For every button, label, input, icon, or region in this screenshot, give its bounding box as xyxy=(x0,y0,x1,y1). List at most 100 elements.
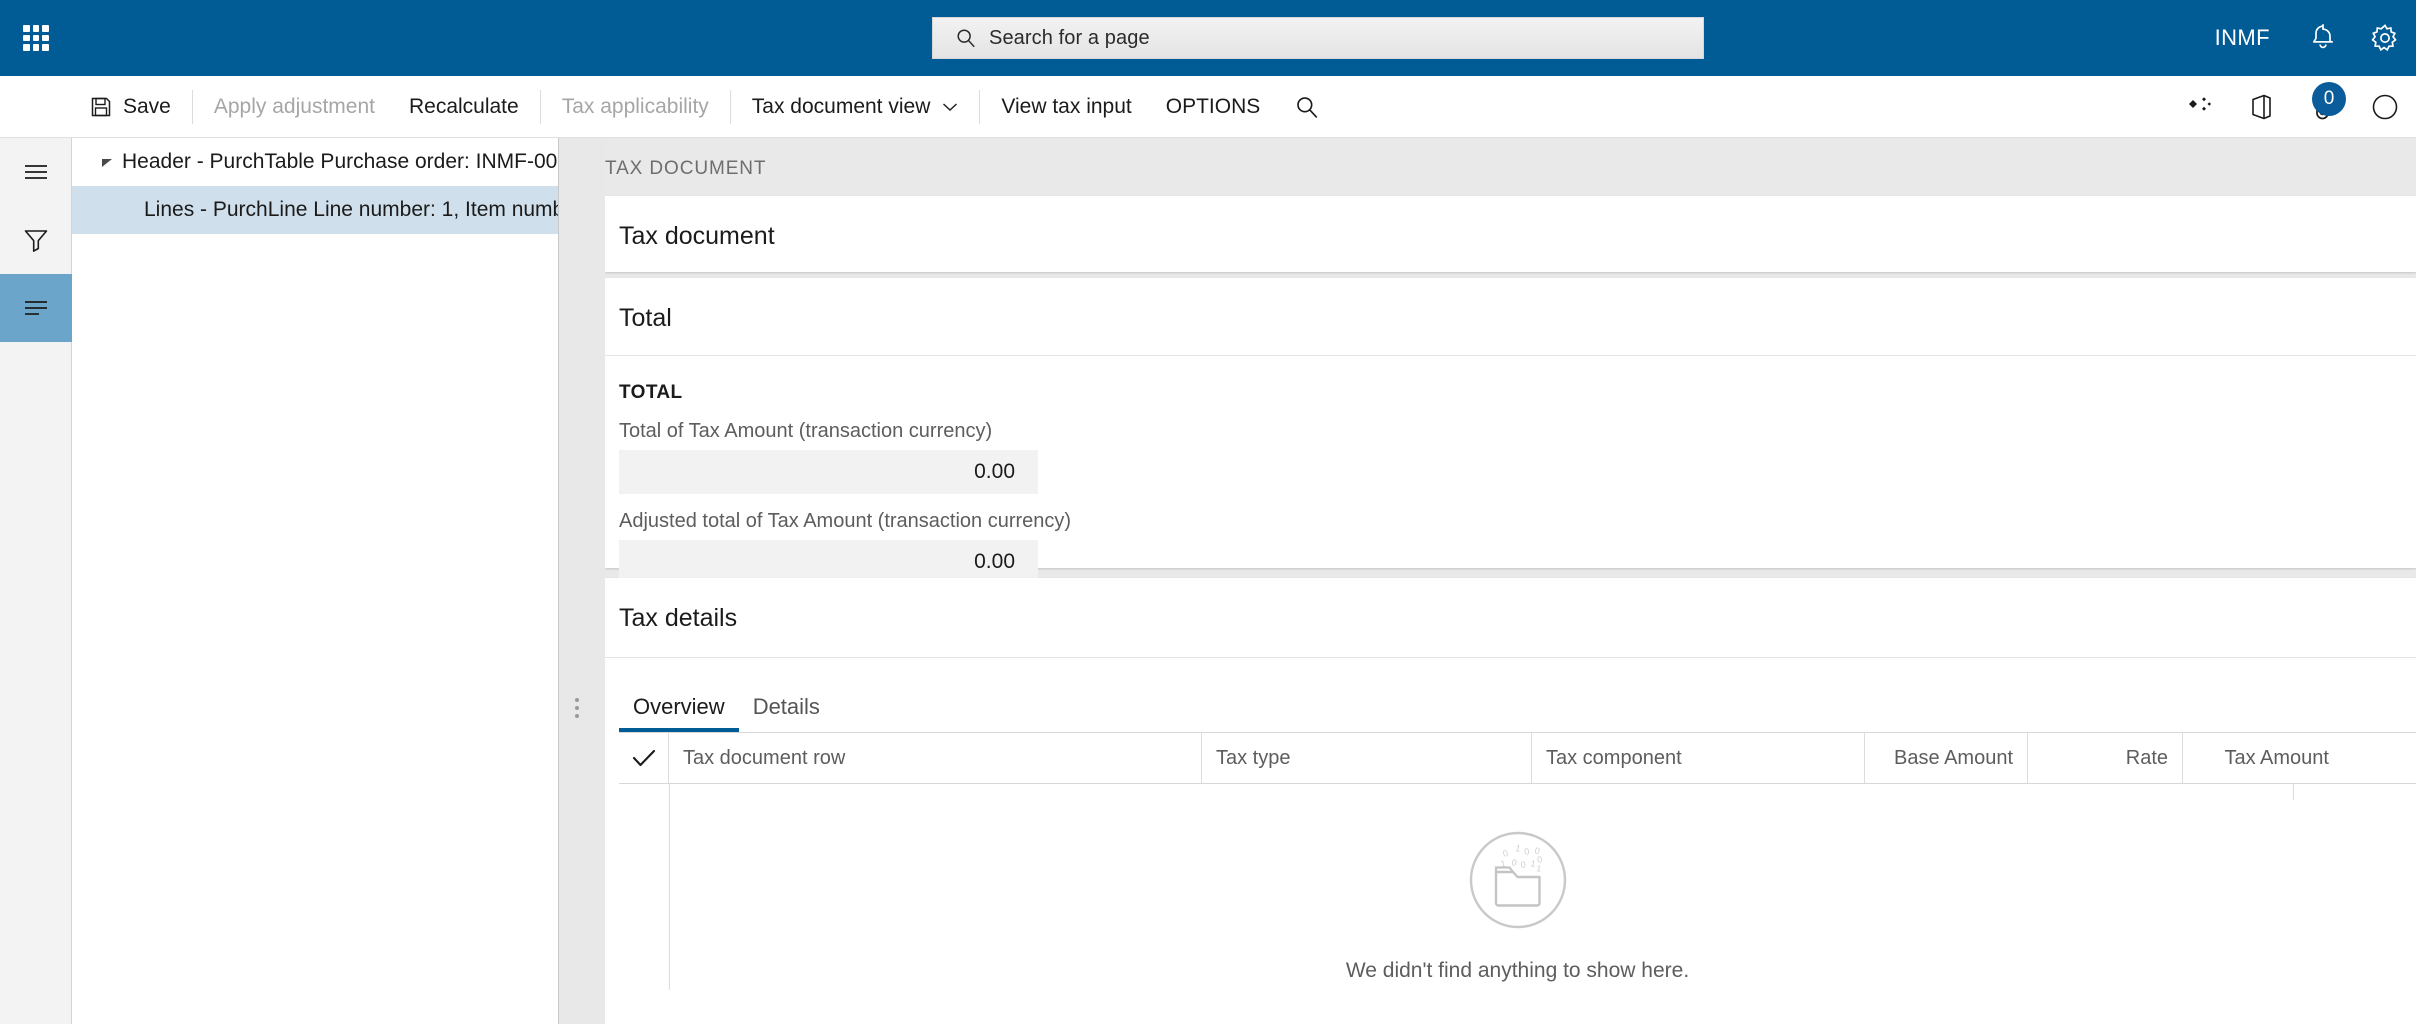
grid-column-tax-component-label: Tax component xyxy=(1546,746,1682,769)
total-section-label: TOTAL xyxy=(619,382,683,403)
grid-column-tax-amount-label: Tax Amount xyxy=(2224,746,2329,769)
grid-column-tax-type[interactable]: Tax type xyxy=(1202,733,1532,783)
options-tab-button[interactable]: OPTIONS xyxy=(1149,76,1278,137)
command-separator xyxy=(539,89,541,124)
gear-icon xyxy=(2371,24,2397,52)
grid-column-rate[interactable]: Rate xyxy=(2028,733,2183,783)
settings-button[interactable] xyxy=(2354,0,2416,76)
save-button-label: Save xyxy=(123,94,171,118)
global-search-placeholder: Search for a page xyxy=(989,26,1150,49)
command-separator xyxy=(729,89,731,124)
navigation-pane-icon xyxy=(25,165,47,179)
attachments-button[interactable]: 0 xyxy=(2292,76,2354,137)
rail-item-lines[interactable] xyxy=(0,274,72,342)
options-label: OPTIONS xyxy=(1165,94,1261,118)
svg-text:0: 0 xyxy=(1520,860,1526,870)
lines-icon xyxy=(25,301,47,315)
svg-text:1: 1 xyxy=(1535,863,1541,874)
attachments-count-badge: 0 xyxy=(2312,82,2346,116)
command-bar-buttons: Save Apply adjustment Recalculate Tax ap… xyxy=(72,76,1337,137)
apply-adjustment-label: Apply adjustment xyxy=(213,94,375,118)
grid-header-row: Tax document row Tax type Tax component … xyxy=(619,732,2416,784)
document-structure-tree: Header - PurchTable Purchase order: INMF… xyxy=(72,138,558,1024)
field-adjusted-total-tax-amount-label: Adjusted total of Tax Amount (transactio… xyxy=(619,510,1072,532)
tax-details-card: Tax details Overview Details Tax documen… xyxy=(605,578,2416,1024)
tree-node-lines[interactable]: Lines - PurchLine Line number: 1, Item n… xyxy=(72,186,558,234)
save-icon xyxy=(91,97,111,116)
search-icon xyxy=(1297,96,1318,118)
tree-node-header-label: Header - PurchTable Purchase order: INMF… xyxy=(122,150,558,173)
tax-details-card-title: Tax details xyxy=(619,604,738,632)
rail-item-filter[interactable] xyxy=(0,206,72,274)
bell-icon xyxy=(2312,24,2334,49)
tax-applicability-button[interactable]: Tax applicability xyxy=(545,76,726,137)
command-bar: Save Apply adjustment Recalculate Tax ap… xyxy=(0,76,2416,138)
grid-empty-state: 0 1 0 0 1 0 0 1 0 1 We didn't find anyth… xyxy=(619,784,2416,1024)
tree-node-header[interactable]: Header - PurchTable Purchase order: INMF… xyxy=(72,138,558,186)
rail-item-navigation-pane[interactable] xyxy=(0,138,72,206)
grid-column-base-amount[interactable]: Base Amount xyxy=(1865,733,2028,783)
open-in-office-button[interactable] xyxy=(2230,76,2292,137)
view-tax-input-button[interactable]: View tax input xyxy=(984,76,1148,137)
tab-overview[interactable]: Overview xyxy=(619,694,739,732)
grid-column-tax-document-row-label: Tax document row xyxy=(683,746,846,769)
expand-collapse-icon[interactable] xyxy=(92,155,122,169)
grid-column-rule xyxy=(2293,784,2294,800)
field-total-tax-amount-label: Total of Tax Amount (transaction currenc… xyxy=(619,420,993,442)
personalize-icon xyxy=(2189,96,2211,111)
tax-document-view-button[interactable]: Tax document view xyxy=(735,76,976,137)
checkmark-icon xyxy=(632,749,655,767)
panel-splitter-handle[interactable] xyxy=(575,698,581,718)
page-caption: TAX DOCUMENT xyxy=(605,158,767,179)
notifications-button[interactable] xyxy=(2292,0,2354,76)
tax-details-tabs: Overview Details xyxy=(605,658,2416,732)
tax-document-card: Tax document xyxy=(605,196,2416,272)
field-total-tax-amount: Total of Tax Amount (transaction currenc… xyxy=(619,420,2402,494)
grid-column-tax-document-row[interactable]: Tax document row xyxy=(669,733,1202,783)
grid-column-tax-type-label: Tax type xyxy=(1216,746,1291,769)
command-search-button[interactable] xyxy=(1277,76,1337,137)
field-total-tax-amount-input[interactable]: 0.00 xyxy=(619,450,1038,494)
save-button[interactable]: Save xyxy=(72,76,188,137)
tab-details[interactable]: Details xyxy=(739,694,834,732)
office-icon xyxy=(2252,94,2271,119)
command-separator xyxy=(191,89,193,124)
tab-overview-label: Overview xyxy=(633,694,725,719)
top-nav-right-group: INMF xyxy=(2193,0,2416,76)
company-selector[interactable]: INMF xyxy=(2193,25,2292,51)
left-icon-rail xyxy=(0,138,72,1024)
grid-select-all-header[interactable] xyxy=(619,733,669,783)
recalculate-button[interactable]: Recalculate xyxy=(392,76,536,137)
tax-document-card-title: Tax document xyxy=(619,222,775,250)
grid-column-tax-component[interactable]: Tax component xyxy=(1532,733,1865,783)
command-separator xyxy=(979,89,981,124)
command-bar-right-icons: 0 xyxy=(2168,76,2416,137)
recalculate-label: Recalculate xyxy=(408,94,519,118)
help-button[interactable] xyxy=(2354,76,2416,137)
tax-details-grid: Tax document row Tax type Tax component … xyxy=(619,732,2416,1024)
tree-node-lines-label: Lines - PurchLine Line number: 1, Item n… xyxy=(144,198,558,221)
help-icon xyxy=(2372,94,2398,119)
empty-folder-icon: 0 1 0 0 1 0 0 1 0 1 xyxy=(1469,831,1566,929)
filter-icon xyxy=(24,230,48,252)
grid-column-rule xyxy=(669,784,670,990)
svg-text:0: 0 xyxy=(1501,848,1509,859)
grid-column-tax-amount[interactable]: Tax Amount xyxy=(2183,733,2343,783)
total-card: Total TOTAL Total of Tax Amount (transac… xyxy=(605,278,2416,584)
tab-details-label: Details xyxy=(752,694,820,719)
tax-document-view-label: Tax document view xyxy=(751,94,931,118)
svg-text:0: 0 xyxy=(1510,857,1517,868)
personalize-button[interactable] xyxy=(2168,76,2230,137)
total-card-title: Total xyxy=(619,304,672,332)
app-launcher-icon[interactable] xyxy=(16,18,56,58)
apply-adjustment-button[interactable]: Apply adjustment xyxy=(197,76,392,137)
grid-column-base-amount-label: Base Amount xyxy=(1894,746,2013,769)
search-icon xyxy=(957,29,975,48)
main-content-area: TAX DOCUMENT Tax document Total TOTAL To… xyxy=(605,138,2416,1024)
grid-empty-state-message: We didn't find anything to show here. xyxy=(1345,959,1690,982)
top-navigation-bar: Search for a page INMF xyxy=(0,0,2416,76)
view-tax-input-label: View tax input xyxy=(1001,94,1132,118)
grid-column-rate-label: Rate xyxy=(2125,746,2168,769)
global-search-box[interactable]: Search for a page xyxy=(932,17,1704,59)
svg-text:1: 1 xyxy=(1499,858,1505,869)
